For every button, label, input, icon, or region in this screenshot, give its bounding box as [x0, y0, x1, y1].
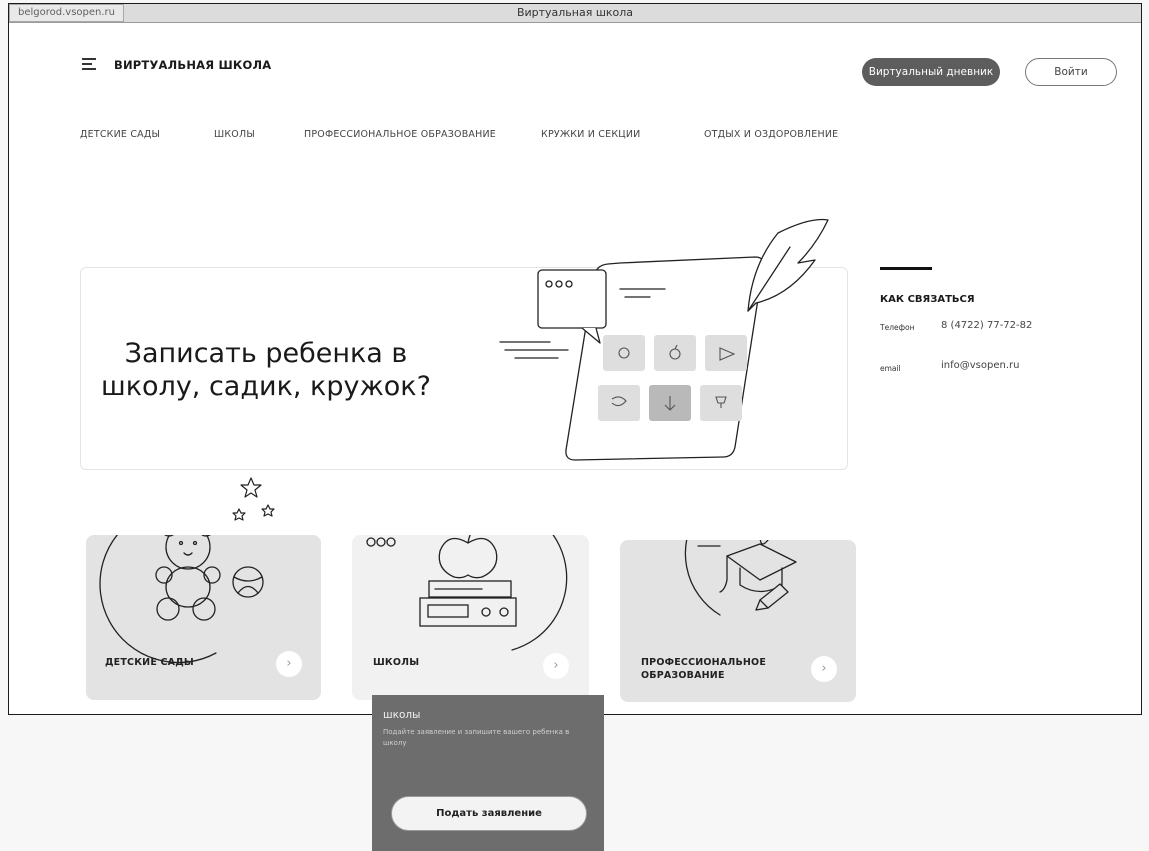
phone-value[interactable]: 8 (4722) 77-72-82	[941, 320, 1032, 331]
nav-schools[interactable]: ШКОЛЫ	[214, 129, 255, 140]
email-value[interactable]: info@vsopen.ru	[941, 360, 1019, 371]
popup-description: Подайте заявление и запишите вашего ребе…	[383, 728, 570, 747]
browser-titlebar: belgorod.vsopen.ru Виртуальная школа	[9, 4, 1141, 23]
menu-icon[interactable]	[82, 58, 96, 70]
email-label: email	[880, 364, 901, 373]
arrow-right-icon[interactable]: ›	[276, 651, 302, 677]
contact-divider	[880, 267, 932, 270]
hero-title: Записать ребенка в школу, садик, кружок?	[101, 338, 431, 402]
card-label: ШКОЛЫ	[373, 657, 420, 668]
window-title: Виртуальная школа	[516, 6, 634, 19]
virtual-diary-button[interactable]: Виртуальный дневник	[862, 58, 1000, 86]
arrow-right-icon[interactable]: ›	[543, 653, 569, 679]
card-kindergartens[interactable]: ДЕТСКИЕ САДЫ ›	[86, 535, 321, 700]
nav-professional-education[interactable]: ПРОФЕССИОНАЛЬНОЕ ОБРАЗОВАНИЕ	[304, 129, 496, 140]
arrow-right-icon[interactable]: ›	[811, 656, 837, 682]
phone-label: Телефон	[880, 323, 915, 332]
nav-clubs-sections[interactable]: КРУЖКИ И СЕКЦИИ	[541, 129, 640, 140]
card-label: ПРОФЕССИОНАЛЬНОЕ ОБРАЗОВАНИЕ	[641, 657, 767, 681]
contact-title: КАК СВЯЗАТЬСЯ	[880, 294, 975, 305]
stars-icon	[232, 477, 275, 521]
site-brand[interactable]: ВИРТУАЛЬНАЯ ШКОЛА	[114, 58, 271, 72]
schools-popup: школы Подайте заявление и запишите вашег…	[372, 695, 604, 851]
nav-kindergartens[interactable]: ДЕТСКИЕ САДЫ	[80, 129, 160, 140]
login-button[interactable]: Войти	[1025, 58, 1117, 86]
submit-application-button[interactable]: Подать заявление	[391, 796, 587, 831]
card-professional-education[interactable]: ПРОФЕССИОНАЛЬНОЕ ОБРАЗОВАНИЕ ›	[620, 540, 856, 702]
card-schools[interactable]: ШКОЛЫ ›	[352, 535, 589, 700]
card-label: ДЕТСКИЕ САДЫ	[105, 657, 194, 668]
tablet-illustration-icon	[499, 218, 829, 461]
popup-title: школы	[383, 709, 421, 721]
nav-recreation[interactable]: ОТДЫХ И ОЗДОРОВЛЕНИЕ	[704, 129, 838, 140]
